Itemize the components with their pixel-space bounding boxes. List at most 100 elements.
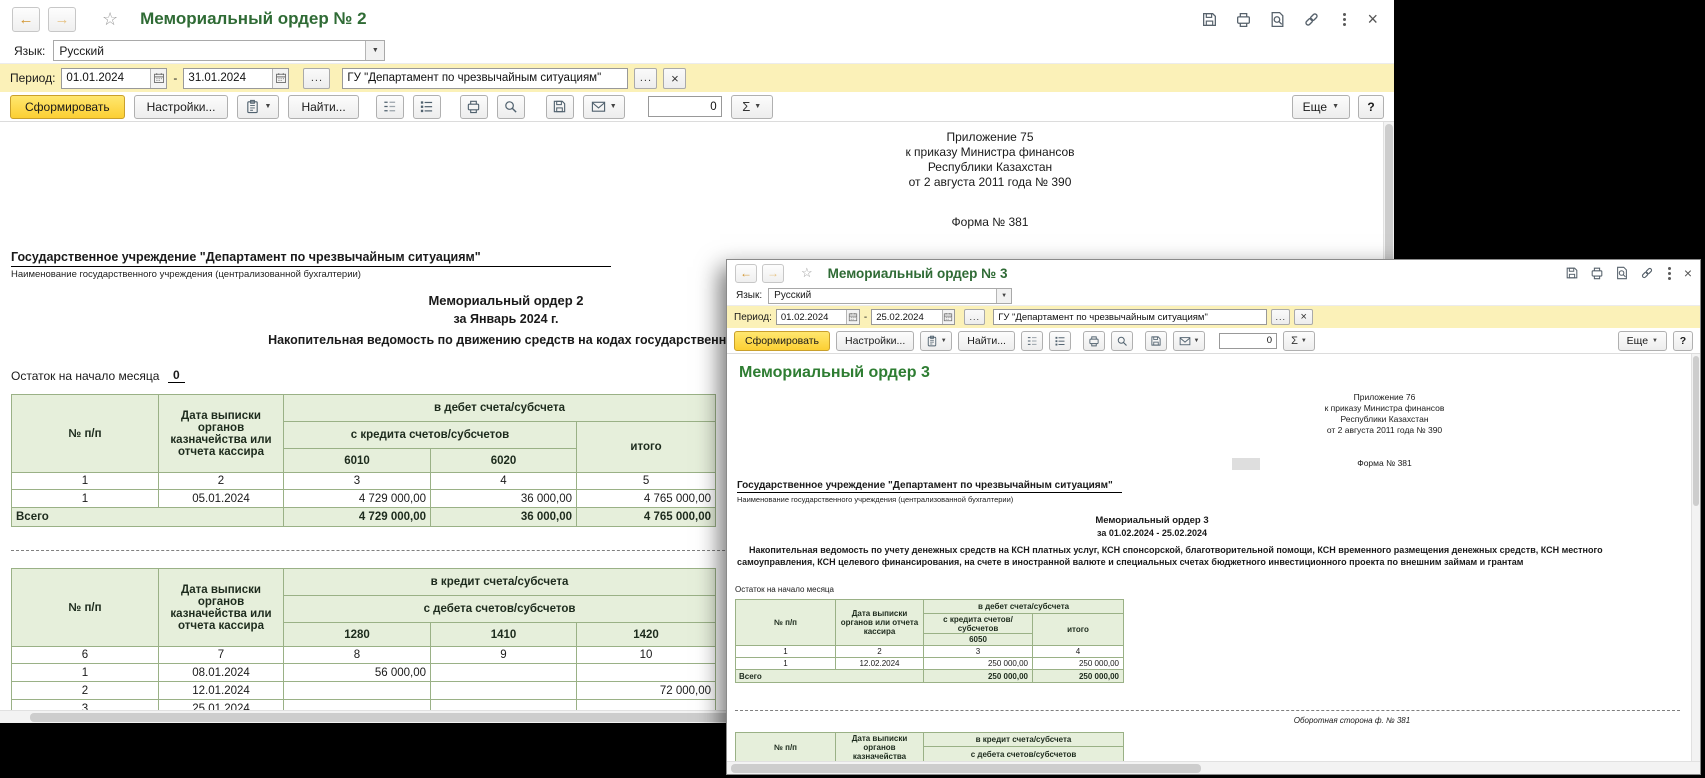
period-from-calendar-button[interactable] <box>846 310 859 324</box>
period-to-field[interactable] <box>871 309 955 325</box>
forward-button[interactable]: → <box>48 7 76 32</box>
header-cell: в кредит счета/субсчета <box>924 733 1124 747</box>
print-report-button[interactable] <box>1083 331 1105 351</box>
more-menu-button[interactable] <box>1343 13 1346 26</box>
sum-value-input[interactable] <box>1220 334 1276 348</box>
autosum-button[interactable]: Σ ▼ <box>1283 331 1315 351</box>
copy-dropdown-button[interactable]: ▼ <box>920 331 952 351</box>
language-select[interactable]: Русский ▼ <box>53 40 385 61</box>
more-menu-button[interactable] <box>1668 267 1671 280</box>
show-groups-rows-button[interactable] <box>376 95 404 119</box>
help-button[interactable]: ? <box>1673 331 1693 351</box>
period-to-input[interactable] <box>184 69 271 88</box>
organization-field[interactable] <box>993 309 1267 325</box>
find-button[interactable]: Найти... <box>288 95 358 119</box>
period-to-input[interactable] <box>872 310 941 324</box>
sum-value-input[interactable] <box>649 97 721 116</box>
period-to-field[interactable] <box>183 68 289 89</box>
period-options-button[interactable]: ... <box>303 68 330 89</box>
organization-clear-button[interactable]: × <box>663 68 686 89</box>
print-preview-button[interactable] <box>497 95 525 119</box>
save-button[interactable] <box>1565 266 1579 280</box>
organization-input[interactable] <box>343 69 627 88</box>
language-dropdown-button[interactable]: ▼ <box>996 289 1011 303</box>
organization-input[interactable] <box>994 310 1266 324</box>
report-period: за 01.02.2024 - 25.02.2024 <box>727 528 1577 538</box>
header-cell: в кредит счета/субсчета <box>284 569 716 596</box>
copy-dropdown-button[interactable]: ▼ <box>237 95 279 119</box>
language-select[interactable]: Русский ▼ <box>768 288 1012 304</box>
opening-balance-value: 0 <box>168 368 185 383</box>
period-to-calendar-button[interactable] <box>272 69 289 88</box>
index-cell: 1 <box>736 646 836 658</box>
period-to-calendar-button[interactable] <box>942 310 955 324</box>
get-link-button[interactable] <box>1640 266 1654 280</box>
help-button[interactable]: ? <box>1358 95 1384 119</box>
favorite-star-icon[interactable]: ☆ <box>801 265 813 281</box>
print-button[interactable] <box>1590 266 1604 280</box>
save-button[interactable] <box>1201 11 1218 28</box>
find-button[interactable]: Найти... <box>958 331 1015 351</box>
sum-value-field[interactable] <box>1219 333 1277 349</box>
header-cell: с кредита счетов/субсчетов <box>284 422 577 449</box>
back-button[interactable]: ← <box>12 7 40 32</box>
vertical-scrollbar-thumb[interactable] <box>1693 356 1699 506</box>
print-preview-button[interactable] <box>1111 331 1133 351</box>
language-dropdown-button[interactable]: ▼ <box>365 41 384 60</box>
more-actions-label: Еще <box>1303 100 1327 114</box>
generate-button[interactable]: Сформировать <box>734 331 830 351</box>
show-groups-columns-button[interactable] <box>413 95 441 119</box>
back-button[interactable]: ← <box>735 264 757 283</box>
organization-select-button[interactable]: ... <box>634 68 657 89</box>
chevron-down-icon: ▼ <box>1301 338 1307 344</box>
get-link-button[interactable] <box>1303 11 1320 28</box>
print-button[interactable] <box>1235 11 1252 28</box>
more-actions-button[interactable]: Еще ▼ <box>1618 331 1667 351</box>
index-cell: 7 <box>159 647 284 664</box>
more-actions-button[interactable]: Еще ▼ <box>1292 95 1350 119</box>
total-label-cell: Всего <box>736 670 924 683</box>
language-row-2: Язык: Русский ▼ <box>727 286 1700 306</box>
sum-value-field[interactable] <box>648 96 722 117</box>
close-window-button[interactable]: × <box>1684 265 1692 281</box>
amount-cell: 72 000,00 <box>577 682 716 700</box>
period-from-calendar-button[interactable] <box>150 69 167 88</box>
organization-field[interactable] <box>342 68 628 89</box>
window-title: Мемориальный ордер № 3 <box>828 266 1008 281</box>
organization-select-button[interactable]: ... <box>1271 309 1290 325</box>
period-from-field[interactable] <box>61 68 167 89</box>
period-from-input[interactable] <box>777 310 846 324</box>
find-in-document-button[interactable] <box>1269 11 1286 28</box>
print-report-button[interactable] <box>460 95 488 119</box>
save-report-button[interactable] <box>546 95 574 119</box>
horizontal-scrollbar-thumb[interactable] <box>30 713 750 722</box>
find-in-document-button[interactable] <box>1615 266 1629 280</box>
close-window-button[interactable]: × <box>1367 9 1378 30</box>
envelope-icon <box>591 99 606 114</box>
show-groups-rows-button[interactable] <box>1021 331 1043 351</box>
period-from-input[interactable] <box>62 69 149 88</box>
settings-button[interactable]: Настройки... <box>836 331 914 351</box>
form-number: Форма № 381 <box>1277 458 1492 468</box>
horizontal-scrollbar-thumb[interactable] <box>731 764 1201 773</box>
appendix-line: к приказу Министра финансов <box>1277 403 1492 414</box>
horizontal-scrollbar[interactable] <box>727 761 1700 774</box>
save-report-button[interactable] <box>1145 331 1167 351</box>
appendix-line: к приказу Министра финансов <box>840 145 1140 160</box>
vertical-scrollbar[interactable] <box>1691 354 1700 761</box>
period-from-field[interactable] <box>776 309 860 325</box>
back-arrow-icon: ← <box>19 12 34 27</box>
show-groups-columns-button[interactable] <box>1049 331 1071 351</box>
autosum-button[interactable]: Σ ▼ <box>731 95 773 119</box>
settings-button[interactable]: Настройки... <box>134 95 229 119</box>
generate-button[interactable]: Сформировать <box>10 95 125 119</box>
magnifier-icon <box>1116 335 1128 347</box>
favorite-star-icon[interactable]: ☆ <box>102 9 118 30</box>
organization-clear-button[interactable]: × <box>1294 309 1313 325</box>
forward-button[interactable]: → <box>762 264 784 283</box>
column-grouping-icon <box>419 99 434 114</box>
period-options-button[interactable]: ... <box>964 309 985 325</box>
send-email-button[interactable]: ▼ <box>1173 331 1205 351</box>
send-email-button[interactable]: ▼ <box>583 95 625 119</box>
printer-icon <box>1088 335 1100 347</box>
